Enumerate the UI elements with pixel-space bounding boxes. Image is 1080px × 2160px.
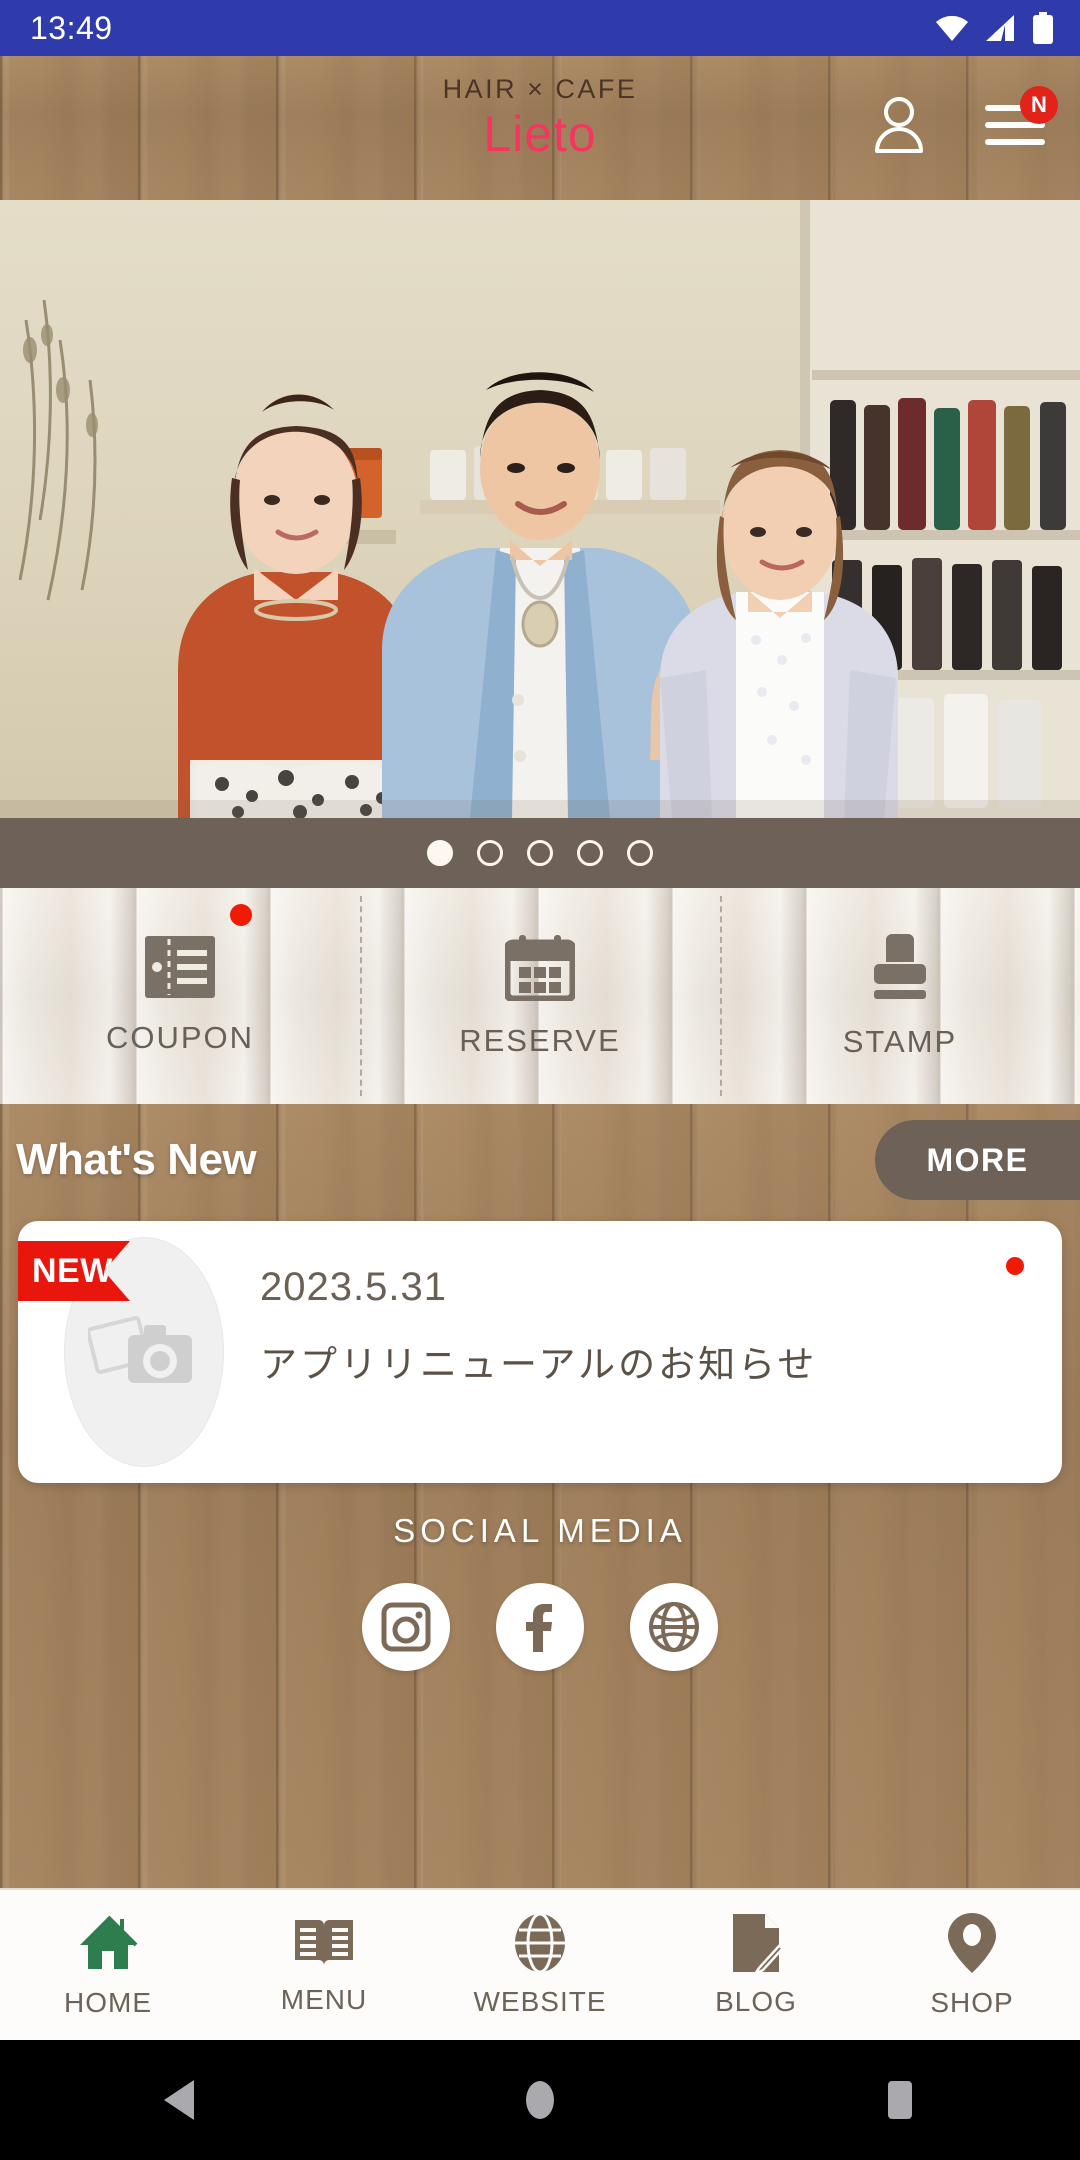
nav-label: BLOG	[715, 1986, 797, 2017]
quick-action-label: RESERVE	[459, 1023, 621, 1058]
quick-actions-row: COUPON RESERVE STAMP	[0, 888, 1080, 1104]
square-recents-icon	[888, 2081, 912, 2119]
hero-illustration	[0, 200, 1080, 818]
page-title: What's New	[16, 1135, 257, 1184]
quick-action-stamp[interactable]: STAMP	[720, 888, 1080, 1104]
bottom-navigation: HOME MENU WEBSITE BLOG SHOP	[0, 1888, 1080, 2040]
nav-label: HOME	[64, 1987, 152, 2018]
news-date: 2023.5.31	[260, 1265, 447, 1309]
circle-home-icon	[526, 2081, 554, 2119]
hero-carousel-image[interactable]	[0, 200, 1080, 818]
stamp-icon	[874, 934, 926, 999]
nav-item-menu[interactable]: MENU	[216, 1890, 432, 2040]
document-pen-icon	[733, 1914, 783, 1974]
status-icon-group	[934, 12, 1054, 44]
website-globe-icon	[649, 1602, 699, 1652]
quick-action-label: STAMP	[842, 1024, 958, 1059]
account-button[interactable]	[866, 92, 932, 158]
nav-label: SHOP	[930, 1987, 1014, 2018]
back-button[interactable]	[120, 2040, 240, 2160]
quick-action-label: COUPON	[105, 1020, 255, 1055]
nav-label: MENU	[280, 1984, 368, 2015]
quick-action-coupon[interactable]: COUPON	[0, 888, 360, 1104]
carousel-dot-1[interactable]	[427, 840, 453, 866]
photo-camera-placeholder-icon	[88, 1316, 192, 1383]
whats-new-more-button[interactable]: MORE	[875, 1120, 1080, 1200]
social-media-title: SOCIAL MEDIA	[393, 1512, 687, 1549]
nav-item-shop[interactable]: SHOP	[864, 1890, 1080, 2040]
whats-new-header: What's New MORE	[0, 1104, 1080, 1216]
coupon-badge-dot	[230, 904, 252, 926]
recents-button[interactable]	[840, 2040, 960, 2160]
app-screen: 13:49 HAIR × CAFE Lieto N COUPON RESERVE…	[0, 0, 1080, 2160]
logo-subtitle: HAIR × CAFE	[442, 74, 638, 104]
website-link[interactable]	[630, 1583, 718, 1671]
whats-new-section: What's New MORE NEW 2023.5.31 アプリリニューアルの…	[0, 1104, 1080, 1904]
battery-icon	[1033, 12, 1053, 44]
carousel-indicator[interactable]	[0, 818, 1080, 888]
book-icon	[295, 1920, 353, 1965]
news-headline: アプリリニューアルのお知らせ	[260, 1344, 818, 1385]
cellular-signal-icon	[986, 15, 1014, 41]
instagram-icon	[381, 1602, 431, 1652]
coupon-ticket-icon	[145, 936, 215, 998]
status-bar: 13:49	[0, 0, 1080, 56]
globe-icon	[515, 1912, 565, 1974]
map-pin-icon	[948, 1913, 996, 1973]
carousel-dot-5[interactable]	[627, 840, 653, 866]
facebook-link[interactable]	[496, 1583, 584, 1671]
header-actions: N	[866, 86, 1058, 158]
wifi-icon	[936, 15, 968, 41]
logo-title: Lieto	[483, 106, 597, 162]
nav-item-blog[interactable]: BLOG	[648, 1890, 864, 2040]
carousel-dot-4[interactable]	[577, 840, 603, 866]
nav-item-home[interactable]: HOME	[0, 1890, 216, 2040]
app-header: HAIR × CAFE Lieto N	[0, 56, 1080, 200]
instagram-link[interactable]	[362, 1583, 450, 1671]
menu-notification-badge: N	[1020, 86, 1058, 124]
status-clock: 13:49	[30, 9, 113, 46]
nav-item-website[interactable]: WEBSITE	[432, 1890, 648, 2040]
news-list-item[interactable]: NEW 2023.5.31 アプリリニューアルのお知らせ	[18, 1221, 1062, 1483]
news-unread-dot	[1006, 1257, 1024, 1275]
quick-action-reserve[interactable]: RESERVE	[360, 888, 720, 1104]
triangle-back-icon	[164, 2080, 194, 2120]
home-button[interactable]	[480, 2040, 600, 2160]
carousel-dot-2[interactable]	[477, 840, 503, 866]
menu-button[interactable]: N	[982, 86, 1058, 158]
home-icon	[80, 1915, 138, 1969]
nav-label: WEBSITE	[473, 1986, 607, 2017]
news-content: 2023.5.31 アプリリニューアルのお知らせ	[260, 1265, 1002, 1388]
person-icon	[875, 97, 923, 153]
social-media-section: SOCIAL MEDIA	[0, 1512, 1080, 1671]
calendar-icon	[505, 935, 575, 1001]
carousel-dot-3[interactable]	[527, 840, 553, 866]
social-media-links	[0, 1583, 1080, 1671]
facebook-icon	[526, 1604, 552, 1652]
android-system-navigation	[0, 2040, 1080, 2160]
